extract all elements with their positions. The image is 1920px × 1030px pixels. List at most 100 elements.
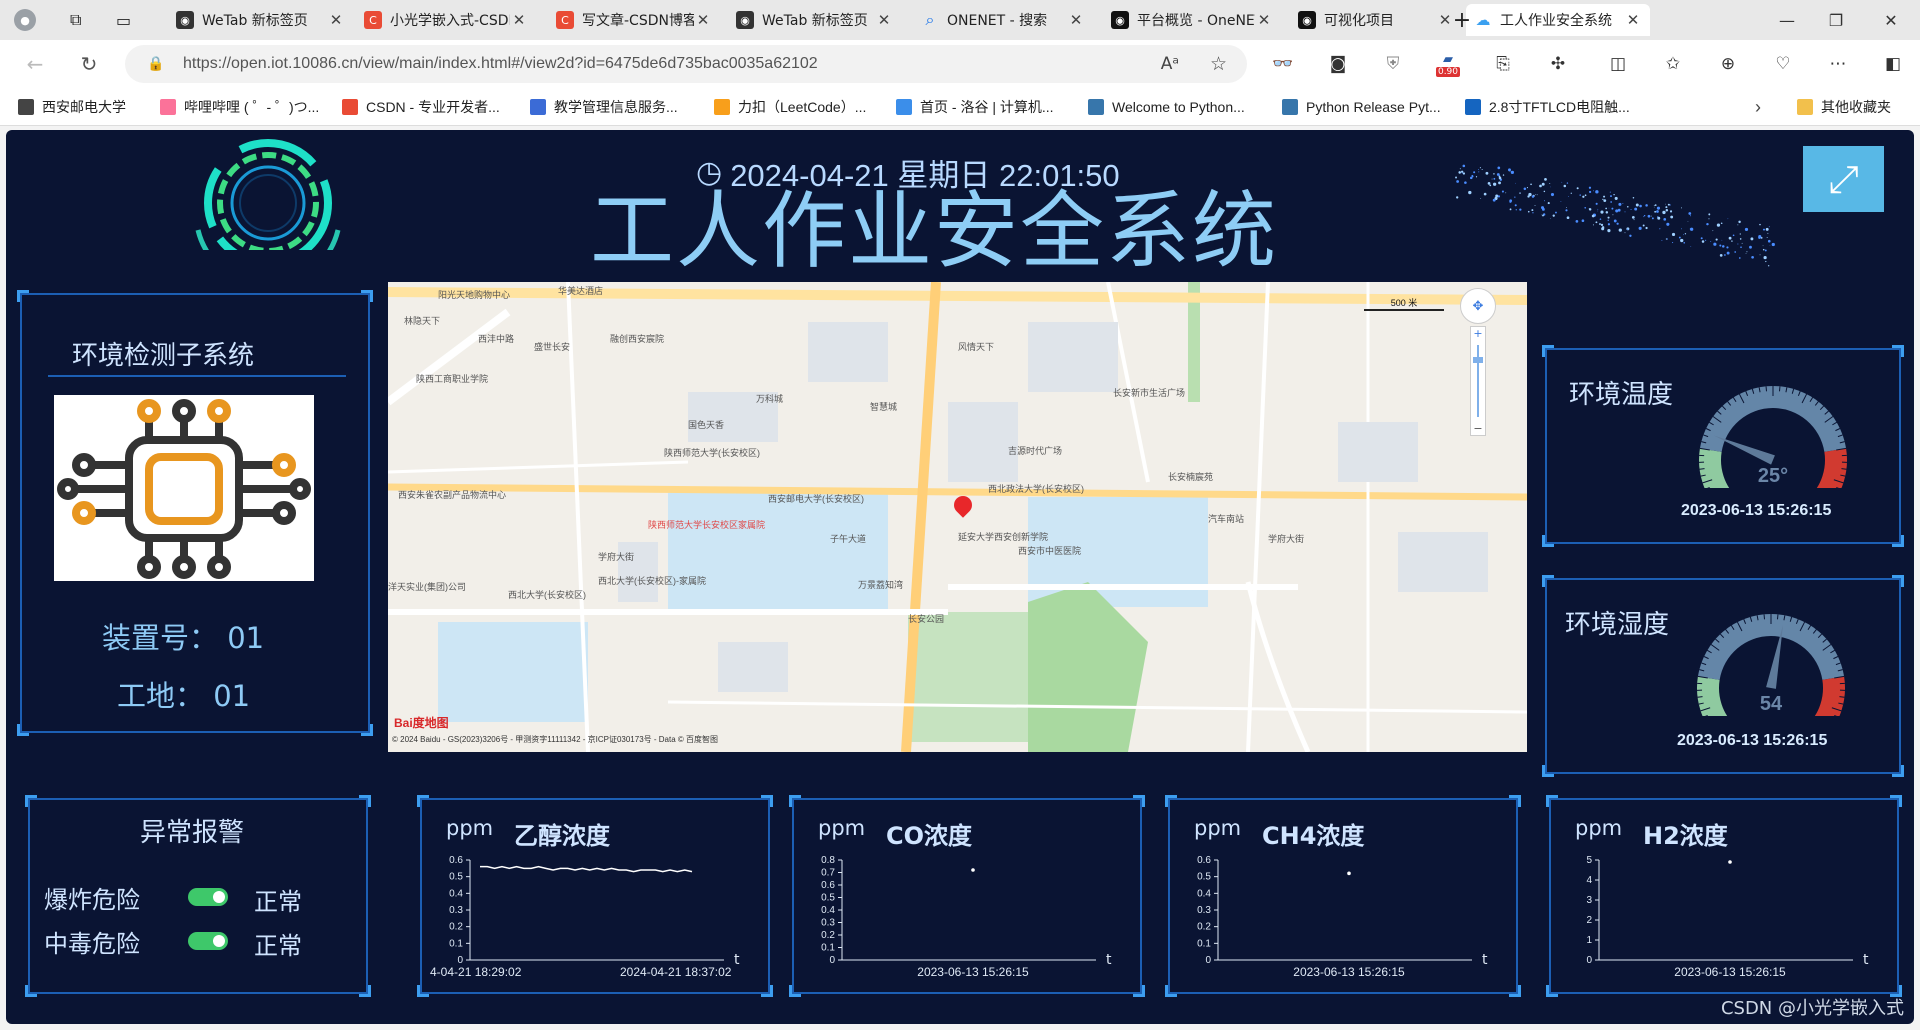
workspaces-icon: ⧉ [70,10,82,29]
shield-icon[interactable]: ⛨ [1379,50,1407,78]
tab-close-icon[interactable]: ✕ [694,11,712,29]
refresh-button[interactable]: ↻ [74,49,104,79]
extension-mask-icon[interactable]: ◙ [1324,50,1352,78]
favorite-link[interactable]: 2.8寸TFTLCD电阻触... [1465,97,1630,117]
collections-icon[interactable]: ⎘ [1489,50,1517,78]
map-place-label[interactable]: 华美达酒店 [558,284,603,297]
map-place-label[interactable]: 风情天下 [958,340,994,353]
particle-dot [1502,174,1505,176]
map-place-label[interactable]: 长安楠宸苑 [1168,470,1213,483]
zoom-handle[interactable] [1473,357,1483,363]
browser-tab[interactable]: ◉ 平台概览 - OneNET ✕ [1103,4,1281,36]
map-place-label[interactable]: 智慧城 [870,400,897,413]
browser-tab[interactable]: ◉ 可视化项目 ✕ [1290,4,1462,36]
map-place-label[interactable]: 西北政法大学(长安校区) [988,482,1084,495]
poison-toggle[interactable] [188,932,228,950]
zoom-out-icon[interactable]: − [1471,422,1485,435]
map-place-label[interactable]: 万景荔知湾 [858,578,903,591]
map-place-label[interactable]: 汽车南站 [1208,512,1244,525]
map-place-label[interactable]: 学府大街 [598,550,634,563]
workspaces-button[interactable]: ⧉ [62,4,96,36]
baidu-map[interactable]: 阳光天地购物中心 华美达酒店林隐天下西沣中路盛世长安 融创西安宸院风情天下陕西工商职… [388,282,1527,752]
map-pan-control[interactable]: ✥ [1460,288,1496,324]
map-place-label[interactable]: 洋天实业(集团)公司 [388,580,466,593]
favorite-link[interactable]: 力扣（LeetCode）... [714,97,866,117]
map-place-label[interactable]: 阳光天地购物中心 [438,288,510,301]
map-place-label[interactable]: 陕西师范大学(长安校区) [664,446,760,459]
browser-tab[interactable]: ◉ WeTab 新标签页 ✕ [728,4,901,36]
map-place-label[interactable]: 盛世长安 [534,340,570,353]
tab-close-icon[interactable]: ✕ [510,11,528,29]
tab-close-icon[interactable]: ✕ [1255,11,1273,29]
map-place-label[interactable]: 子午大道 [830,532,866,545]
browser-tab[interactable]: ◉ WeTab 新标签页 ✕ [168,4,353,36]
back-button[interactable]: ← [20,49,50,79]
maximize-button[interactable]: ❐ [1807,0,1865,40]
particle-dot [1763,255,1767,260]
favorite-link[interactable]: Welcome to Python... [1088,97,1245,117]
map-place-label[interactable]: 陕西师范大学长安校区家属院 [648,518,765,531]
map-zoom-slider[interactable]: + − [1470,326,1486,436]
extension-chart-icon: ▰ [1443,51,1453,67]
new-tab-button[interactable]: + [1442,4,1482,36]
map-place-label[interactable]: 西北大学(长安校区) [508,588,586,601]
tab-close-icon[interactable]: ✕ [875,11,893,29]
map-place-label[interactable]: 西安邮电大学(长安校区) [768,492,864,505]
favorite-link[interactable]: 教学管理信息服务... [530,97,678,117]
close-window-button[interactable]: ✕ [1862,0,1920,40]
map-place-label[interactable]: 林隐天下 [404,314,440,327]
tab-close-icon[interactable]: ✕ [1067,11,1085,29]
favorites-list-icon[interactable]: ✩ [1659,50,1687,78]
favorite-link[interactable]: 其他收藏夹 [1797,97,1891,117]
humidity-panel: 环境湿度 54 2023-06-13 15:26:15 [1542,575,1904,777]
more-menu-icon[interactable]: ⋯ [1824,50,1852,78]
extension-badge-button[interactable]: ▰ 0.90 [1434,50,1462,78]
map-place-label[interactable]: 陕西工商职业学院 [416,372,488,385]
favorite-link[interactable]: 首页 - 洛谷 | 计算机... [896,97,1054,117]
extension-glasses-icon[interactable]: 👓 [1269,50,1297,78]
tab-actions-button[interactable]: ▭ [108,4,142,36]
map-place-label[interactable]: 国色天香 [688,418,724,431]
particle-dot [1642,224,1645,227]
favorite-label: 2.8寸TFTLCD电阻触... [1489,99,1630,115]
map-place-label[interactable]: 延安大学西安创新学院 [958,530,1048,543]
browser-tab[interactable]: C 写文章-CSDN博客 ✕ [548,4,720,36]
map-place-label[interactable]: 西沣中路 [478,332,514,345]
collections-add-icon[interactable]: ⊕ [1714,50,1742,78]
map-place-label[interactable]: 西北大学(长安校区)-家属院 [598,574,706,587]
favorites-overflow-chevron-icon[interactable]: › [1755,97,1761,117]
map-place-label[interactable]: 吉源时代广场 [1008,444,1062,457]
map-place-label[interactable]: 长安公园 [908,612,944,625]
browser-tab-bar: ● ⧉ ▭ ◉ WeTab 新标签页 ✕ C 小光学嵌入式-CSDN ✕ C 写文章-CSDN… [0,0,1920,40]
favorite-link[interactable]: 西安邮电大学 [18,97,126,117]
tab-close-icon[interactable]: ✕ [327,11,345,29]
read-aloud-icon[interactable]: Aᵃ [1161,54,1179,74]
map-place-label[interactable]: 西安朱雀农副产品物流中心 [398,488,506,501]
explosion-toggle[interactable] [188,888,228,906]
profile-button[interactable]: ● [6,4,50,36]
url-field[interactable]: 🔒 https://open.iot.10086.cn/view/main/in… [125,45,1247,83]
browser-essentials-icon[interactable]: ♡ [1769,50,1797,78]
watermark: CSDN @小光学嵌入式 [1720,998,1904,1019]
map-place-label[interactable]: 学府大街 [1268,532,1304,545]
fullscreen-button[interactable]: ⤢ [1803,146,1884,212]
sidebar-toggle-icon[interactable]: ◧ [1879,50,1907,78]
map-place-label[interactable]: 长安新市生活广场 [1113,386,1185,399]
tab-close-icon[interactable]: ✕ [1624,11,1642,29]
favorite-star-icon[interactable]: ☆ [1210,53,1227,75]
restore-icon: ❐ [1828,10,1844,30]
extensions-puzzle-icon[interactable]: ✣ [1544,50,1572,78]
zoom-in-icon[interactable]: + [1471,327,1485,340]
split-screen-icon[interactable]: ◫ [1604,50,1632,78]
particle-dot [1493,182,1497,186]
map-place-label[interactable]: 西安市中医医院 [1018,544,1081,557]
favorite-link[interactable]: CSDN - 专业开发者... [342,97,500,117]
browser-tab[interactable]: ⌕ ONENET - 搜索 ✕ [913,4,1093,36]
map-place-label[interactable]: 万科城 [756,392,783,405]
browser-tab[interactable]: ☁ 工人作业安全系统 ✕ [1466,4,1650,36]
browser-tab[interactable]: C 小光学嵌入式-CSDN ✕ [356,4,536,36]
particle-dot [1614,196,1618,200]
favorite-link[interactable]: Python Release Pyt... [1282,97,1441,117]
map-place-label[interactable]: 融创西安宸院 [610,332,664,345]
favorite-link[interactable]: 哔哩哔哩 ( ゜- ゜)つ... [160,97,319,117]
